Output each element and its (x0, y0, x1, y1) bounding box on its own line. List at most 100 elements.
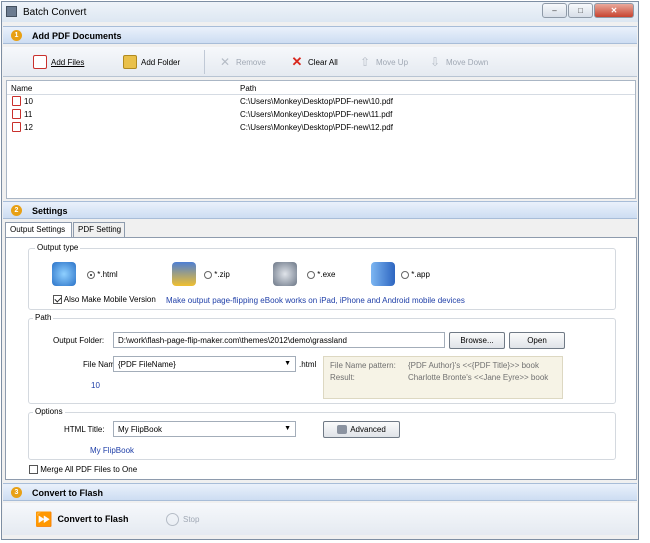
clear-all-label: Clear All (308, 57, 338, 67)
title-bar: Batch Convert – □ ✕ (2, 2, 638, 22)
chevron-down-icon: ▼ (284, 360, 291, 367)
move-down-button[interactable]: ⇩ Move Down (428, 54, 488, 70)
radio-zip-label: *.zip (214, 270, 230, 279)
remove-button[interactable]: ✕ Remove (218, 54, 266, 70)
advanced-label: Advanced (350, 425, 386, 434)
pdf-icon (12, 122, 21, 132)
path-group: Path Output Folder: D:\work\flash-page-f… (28, 313, 616, 404)
file-row[interactable]: 11 C:\Users\Monkey\Desktop\PDF-new\11.pd… (7, 108, 635, 121)
clear-all-button[interactable]: ✕ Clear All (290, 54, 338, 70)
radio-html[interactable]: *.html (87, 270, 118, 279)
file-name-value: {PDF FileName} (118, 360, 176, 369)
section-convert-to-flash[interactable]: 3 Convert to Flash (3, 483, 637, 501)
radio-zip[interactable]: *.zip (204, 270, 230, 279)
section-add-pdf-documents[interactable]: 1 Add PDF Documents (3, 26, 637, 44)
file-name: 12 (24, 123, 33, 132)
chevron-down-icon: ▼ (284, 425, 291, 432)
html-title-value: My FlipBook (118, 425, 163, 434)
path-label: Path (33, 313, 54, 322)
remove-label: Remove (236, 57, 266, 67)
section-settings[interactable]: 2 Settings (3, 201, 637, 219)
remove-icon: ✕ (219, 55, 231, 69)
merge-files-checkbox[interactable]: Merge All PDF Files to One (29, 465, 137, 475)
window-title: Batch Convert (23, 7, 87, 18)
radio-html-label: *.html (97, 270, 118, 279)
radio-exe-dot[interactable] (307, 270, 315, 279)
add-folder-icon (123, 55, 137, 69)
minimize-button[interactable]: – (542, 3, 567, 18)
add-files-button[interactable]: Add Files (33, 54, 84, 70)
batch-convert-window: Batch Convert – □ ✕ 1 Add PDF Documents … (1, 1, 639, 540)
output-type-label: Output type (35, 243, 81, 252)
radio-app-dot[interactable] (401, 270, 409, 279)
merge-files-check[interactable] (29, 465, 38, 475)
radio-html-dot[interactable] (87, 270, 95, 279)
pattern-value: {PDF Author}'s <<{PDF Title}>> book (408, 361, 539, 370)
result-label: Result: (330, 373, 355, 382)
file-row[interactable]: 10 C:\Users\Monkey\Desktop\PDF-new\10.pd… (7, 95, 635, 108)
globe-icon (52, 262, 76, 286)
advanced-button[interactable]: Advanced (323, 421, 400, 438)
mobile-version-checkbox[interactable]: Also Make Mobile Version (53, 295, 156, 305)
zip-icon (172, 262, 196, 286)
step-3-badge: 3 (11, 487, 22, 498)
section-label: Settings (32, 206, 68, 216)
file-row[interactable]: 12 C:\Users\Monkey\Desktop\PDF-new\12.pd… (7, 121, 635, 134)
stop-label: Stop (183, 514, 200, 524)
radio-app-label: *.app (411, 270, 430, 279)
output-settings-panel: Output type *.html *.zip *.exe *.app Als… (5, 237, 637, 480)
file-name: 10 (24, 97, 33, 106)
move-up-button[interactable]: ⇧ Move Up (358, 54, 408, 70)
settings-icon (337, 425, 348, 435)
gears-icon (273, 262, 297, 286)
output-folder-input[interactable]: D:\work\flash-page-flip-maker.com\themes… (113, 332, 445, 348)
app-icon (6, 6, 17, 17)
stop-button[interactable]: Stop (166, 511, 199, 527)
options-label: Options (33, 407, 65, 416)
list-header: Name Path (7, 81, 635, 95)
radio-exe[interactable]: *.exe (307, 270, 335, 279)
add-folder-label: Add Folder (141, 57, 181, 67)
open-button[interactable]: Open (509, 332, 565, 349)
html-title-preview: My FlipBook (90, 446, 135, 455)
file-path: C:\Users\Monkey\Desktop\PDF-new\10.pdf (240, 97, 393, 106)
pdf-icon (12, 96, 21, 106)
convert-label: Convert to Flash (57, 514, 129, 524)
maximize-button[interactable]: □ (568, 3, 593, 18)
mobile-version-check[interactable] (53, 295, 62, 305)
pdf-file-list[interactable]: Name Path 10 C:\Users\Monkey\Desktop\PDF… (6, 80, 636, 199)
mac-finder-icon (371, 262, 395, 286)
arrow-down-icon: ⇩ (429, 55, 441, 69)
radio-app[interactable]: *.app (401, 270, 430, 279)
file-path: C:\Users\Monkey\Desktop\PDF-new\12.pdf (240, 123, 393, 132)
stop-icon (166, 512, 179, 526)
result-value: Charlotte Bronte's <<Jane Eyre>> book (408, 373, 549, 382)
radio-zip-dot[interactable] (204, 270, 212, 279)
convert-to-flash-button[interactable]: ⏩ Convert to Flash (35, 511, 128, 527)
column-name-header[interactable]: Name (11, 84, 32, 93)
html-title-select[interactable]: My FlipBook ▼ (113, 421, 296, 437)
file-name-select[interactable]: {PDF FileName} ▼ (113, 356, 296, 372)
add-files-label: Add Files (51, 57, 85, 67)
add-files-icon (33, 55, 47, 69)
section-label: Convert to Flash (32, 488, 104, 498)
options-group: Options HTML Title: My FlipBook ▼ Advanc… (28, 407, 616, 460)
file-name-preview: 10 (91, 381, 100, 390)
section-label: Add PDF Documents (32, 31, 122, 41)
mobile-version-label: Also Make Mobile Version (63, 295, 156, 304)
browse-button[interactable]: Browse... (449, 332, 505, 349)
column-path-header[interactable]: Path (240, 84, 256, 93)
add-folder-button[interactable]: Add Folder (123, 54, 180, 70)
close-button[interactable]: ✕ (594, 3, 634, 18)
file-extension: .html (299, 360, 317, 369)
move-down-label: Move Down (446, 57, 489, 67)
step-1-badge: 1 (11, 30, 22, 41)
radio-exe-label: *.exe (317, 270, 336, 279)
fast-forward-icon: ⏩ (35, 511, 53, 527)
file-name: 11 (24, 110, 33, 119)
tab-pdf-setting[interactable]: PDF Setting (73, 222, 125, 237)
output-folder-label: Output Folder: (53, 336, 105, 345)
mobile-version-description: Make output page-flipping eBook works on… (166, 296, 465, 305)
tab-output-settings[interactable]: Output Settings (5, 222, 72, 238)
convert-footer: ⏩ Convert to Flash Stop (3, 503, 637, 535)
